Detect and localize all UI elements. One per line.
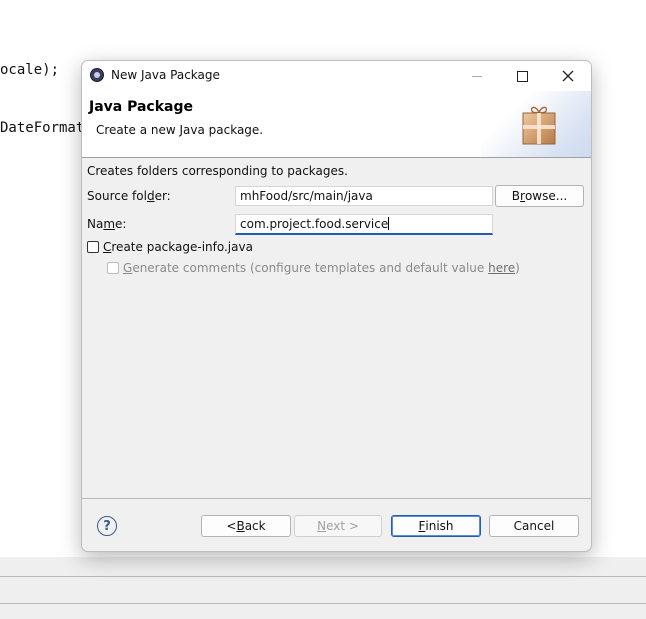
label-mnemonic: G: [123, 261, 133, 275]
label-mnemonic: m: [103, 217, 116, 231]
label-part: ): [515, 261, 520, 275]
text-caret: [388, 217, 390, 230]
close-icon: [562, 70, 574, 82]
minimize-icon: [472, 75, 482, 77]
source-folder-label: Source folder:: [87, 189, 171, 203]
button-mnemonic: B: [236, 519, 245, 533]
label-part: reate package-info.java: [111, 240, 253, 254]
generate-comments-label: Generate comments (configure templates a…: [123, 261, 520, 275]
back-button[interactable]: < Back: [201, 515, 291, 537]
eclipse-icon: [90, 68, 104, 82]
label-part: Source fol: [87, 189, 147, 203]
label-part: Na: [87, 217, 104, 231]
name-label: Name:: [87, 217, 126, 231]
help-icon[interactable]: ?: [97, 516, 117, 536]
maximize-button[interactable]: [499, 61, 545, 91]
configure-templates-link[interactable]: here: [488, 261, 515, 275]
cancel-button[interactable]: Cancel: [489, 515, 579, 537]
label-part: enerate comments: [132, 261, 247, 275]
source-folder-value: mhFood/src/main/java: [240, 189, 373, 203]
editor-bottom-panel: [0, 557, 646, 619]
button-label-part: <: [226, 519, 237, 533]
editor-code-line: DateFormat: [0, 120, 85, 136]
next-button[interactable]: Next >: [294, 515, 382, 537]
help-glyph: ?: [103, 518, 111, 534]
button-label-part: inish: [425, 519, 454, 533]
button-mnemonic: F: [418, 519, 426, 533]
maximize-icon: [516, 70, 528, 82]
panel-divider: [0, 576, 646, 577]
title-bar[interactable]: New Java Package: [82, 61, 591, 91]
label-part: e:: [115, 217, 127, 231]
button-label-part: owse...: [524, 189, 568, 203]
panel-divider: [0, 603, 646, 604]
package-icon: [522, 106, 556, 145]
button-label: Cancel: [513, 519, 555, 533]
wizard-title: Java Package: [89, 99, 194, 115]
package-name-value: com.project.food.service: [240, 217, 389, 231]
close-button[interactable]: [545, 61, 591, 91]
generate-comments-checkbox[interactable]: [107, 262, 119, 274]
editor-code-line: ocale);: [0, 62, 60, 78]
button-bar-separator: [82, 498, 591, 499]
button-mnemonic: N: [317, 519, 327, 533]
new-java-package-dialog: New Java Package Java Package Create a n…: [81, 60, 592, 552]
button-label-part: B: [511, 189, 521, 203]
browse-button[interactable]: Br owse...: [495, 185, 584, 207]
button-label-part: ext >: [326, 519, 359, 533]
finish-button[interactable]: Finish: [391, 515, 481, 537]
label-part: er:: [154, 189, 171, 203]
button-label-part: ack: [244, 519, 266, 533]
minimize-button[interactable]: [454, 61, 500, 91]
wizard-description: Create a new Java package.: [96, 123, 264, 137]
create-package-info-label[interactable]: Create package-info.java: [103, 240, 253, 254]
wizard-header: Java Package Create a new Java package.: [82, 91, 591, 158]
intro-text: Creates folders corresponding to package…: [87, 164, 348, 178]
label-mnemonic: d: [146, 189, 155, 203]
source-folder-field[interactable]: mhFood/src/main/java: [235, 186, 493, 206]
create-package-info-checkbox[interactable]: [87, 241, 99, 253]
package-name-field[interactable]: com.project.food.service: [235, 214, 493, 235]
label-part: (configure templates and default value: [246, 261, 489, 275]
window-title: New Java Package: [111, 68, 220, 82]
